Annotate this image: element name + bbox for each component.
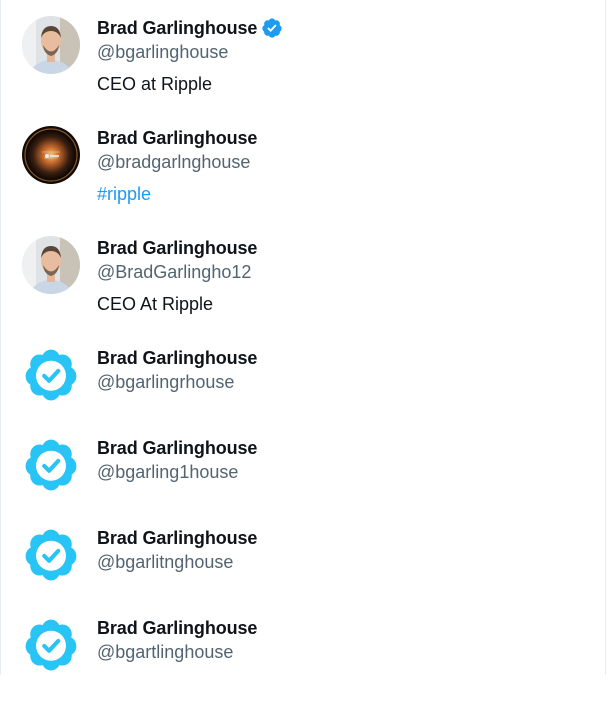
user-bio: CEO at Ripple [97, 74, 213, 94]
person-photo-icon [22, 236, 80, 294]
avatar[interactable] [22, 616, 80, 674]
user-cell[interactable]: Brad Garlinghouse @bradgarlnghouse #ripp… [1, 126, 607, 236]
person-photo-icon [22, 16, 80, 74]
display-name[interactable]: Brad Garlinghouse [97, 616, 257, 640]
user-handle: @bgarling1house [97, 462, 239, 482]
verified-badge-image-icon [25, 529, 77, 581]
verified-badge-image-icon [25, 619, 77, 671]
avatar[interactable] [22, 436, 80, 494]
user-handle: @bradgarlnghouse [97, 152, 251, 172]
user-cell[interactable]: Brad Garlinghouse @bgarlinghouse CEO at … [1, 16, 607, 126]
display-name[interactable]: Brad Garlinghouse [97, 436, 257, 460]
avatar[interactable] [22, 16, 80, 74]
user-bio: CEO At Ripple [97, 294, 214, 314]
display-name[interactable]: Brad Garlinghouse [97, 16, 257, 40]
display-name[interactable]: Brad Garlinghouse [97, 126, 257, 150]
user-cell[interactable]: Brad Garlinghouse @bgartlinghouse [1, 616, 607, 726]
ripple-logo-photo-icon [22, 126, 80, 184]
avatar[interactable] [22, 346, 80, 404]
user-handle: @bgarlitnghouse [97, 552, 234, 572]
verified-badge-image-icon [25, 439, 77, 491]
hashtag-link[interactable]: #ripple [97, 182, 577, 206]
display-name[interactable]: Brad Garlinghouse [97, 236, 257, 260]
avatar[interactable] [22, 236, 80, 294]
account-list: Brad Garlinghouse @bgarlinghouse CEO at … [0, 0, 606, 675]
verified-badge-image-icon [25, 349, 77, 401]
display-name[interactable]: Brad Garlinghouse [97, 526, 257, 550]
display-name[interactable]: Brad Garlinghouse [97, 346, 257, 370]
user-handle: @bgarlinghouse [97, 42, 229, 62]
avatar[interactable] [22, 126, 80, 184]
user-handle: @BradGarlingho12 [97, 262, 252, 282]
user-handle: @bgarlingrhouse [97, 372, 235, 392]
avatar[interactable] [22, 526, 80, 584]
user-cell[interactable]: Brad Garlinghouse @BradGarlingho12 CEO A… [1, 236, 607, 346]
verified-badge-icon [262, 18, 282, 38]
user-handle: @bgartlinghouse [97, 642, 234, 662]
